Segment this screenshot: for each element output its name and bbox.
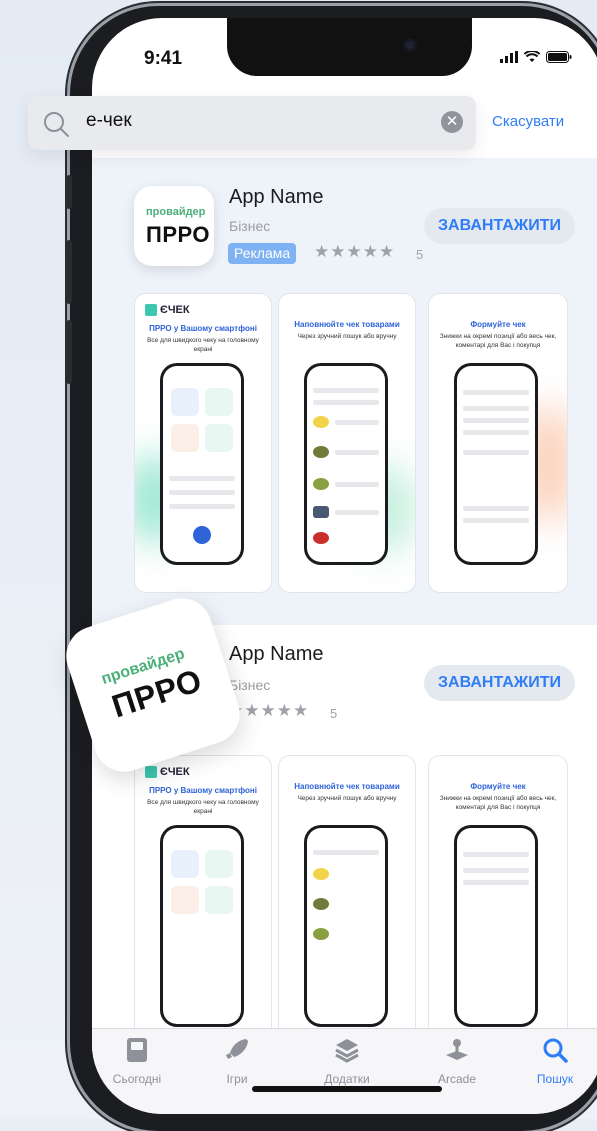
volume-down-button — [66, 320, 72, 384]
tab-label: Сьогодні — [112, 1072, 162, 1086]
tab-label: Ігри — [226, 1072, 248, 1086]
mini-phone — [307, 828, 385, 1024]
tomato-icon — [313, 532, 329, 544]
shot-title: Наповнюйте чек товарами — [294, 782, 400, 791]
signal-icon — [500, 51, 518, 63]
shoe-icon — [313, 506, 329, 518]
get-button[interactable]: ЗАВАНТАЖИТИ — [424, 665, 575, 701]
avocado-icon — [313, 446, 329, 458]
mini-phone — [163, 366, 241, 562]
clear-icon[interactable]: ✕ — [441, 111, 463, 133]
notch — [227, 18, 472, 76]
screenshot-3[interactable]: Формуйте чек Знижки на окремі позиції аб… — [428, 293, 568, 593]
tile — [171, 424, 199, 452]
rating-stars: ★★★★★ — [314, 242, 396, 261]
rating-count: 5 — [416, 247, 424, 262]
mini-phone — [457, 366, 535, 562]
today-icon — [127, 1038, 147, 1062]
banana-icon — [313, 416, 329, 428]
mini-phone — [163, 828, 241, 1024]
app-category: Бізнес — [229, 677, 271, 693]
icon-text-bottom: ПРРО — [146, 222, 210, 247]
tab-label: Arcade — [437, 1072, 477, 1086]
logo-text: ЄЧЕК — [160, 304, 190, 316]
screenshot-2[interactable]: Наповнюйте чек товарами Через зручний по… — [278, 755, 416, 1055]
tile — [205, 424, 233, 452]
app-icon[interactable]: провайдер ПРРО — [134, 186, 214, 266]
wifi-icon — [524, 51, 540, 62]
shot-title: ПРРО у Вашому смартфоні — [149, 324, 257, 333]
logo: ЄЧЕК — [145, 304, 190, 316]
app-category: Бізнес — [229, 218, 271, 234]
screenshot-2[interactable]: Наповнюйте чек товарами Через зручний по… — [278, 293, 416, 593]
shot-subtitle: Через зручний пошук або вручну — [297, 795, 397, 802]
logo-text: ЄЧЕК — [160, 766, 190, 778]
search-input[interactable]: е-чек — [86, 110, 132, 132]
search-results: провайдер ПРРО App Name Бізнес Реклама ★… — [92, 158, 597, 1065]
phone-screen: 9:41 провайдер ПРРО App Name Бізнес Рекл… — [92, 18, 597, 1114]
shot-title: ПРРО у Вашому смартфоні — [149, 786, 257, 795]
shot-title: Наповнюйте чек товарами — [294, 320, 400, 329]
tab-games[interactable]: Ігри — [192, 1037, 282, 1086]
logo: ЄЧЕК — [145, 766, 190, 778]
search-field[interactable]: е-чек ✕ — [28, 96, 476, 150]
search-icon — [44, 112, 69, 137]
search-bar: е-чек ✕ Скасувати — [28, 96, 597, 150]
tab-label: Пошук — [536, 1072, 574, 1086]
layers-icon — [335, 1039, 359, 1063]
logo-icon — [145, 304, 157, 316]
ad-badge: Реклама — [228, 243, 297, 264]
kiwi-icon — [313, 478, 329, 490]
tab-today[interactable]: Сьогодні — [92, 1037, 182, 1086]
rocket-icon — [226, 1039, 248, 1059]
shot-subtitle: Все для швидкого чеку на головному екран… — [147, 799, 259, 815]
screenshot-1[interactable]: ЄЧЕК ПРРО у Вашому смартфоні Все для шви… — [134, 293, 272, 593]
mute-switch — [66, 175, 72, 209]
tab-label: Додатки — [324, 1072, 370, 1086]
tab-arcade[interactable]: Arcade — [412, 1037, 502, 1086]
mini-phone — [307, 366, 385, 562]
shot-title: Формуйте чек — [470, 320, 526, 329]
shot-subtitle: Знижки на окремі позиції або весь чек, к… — [439, 333, 557, 349]
tile — [171, 388, 199, 416]
shot-subtitle: Все для швидкого чеку на головному екран… — [147, 337, 259, 353]
home-indicator — [252, 1086, 442, 1092]
rating-count: 5 — [330, 706, 338, 721]
icon-text-top: провайдер — [146, 206, 206, 218]
tab-search[interactable]: Пошук — [510, 1037, 597, 1086]
result-ad[interactable]: провайдер ПРРО App Name Бізнес Реклама ★… — [92, 158, 597, 625]
screenshot-1[interactable]: ЄЧЕК ПРРО у Вашому смартфоні Все для шви… — [134, 755, 272, 1055]
camera — [403, 38, 417, 52]
tab-apps[interactable]: Додатки — [302, 1037, 392, 1086]
tab-bar: Сьогодні Ігри Додатки Arcade Пошук — [92, 1028, 597, 1114]
cancel-button[interactable]: Скасувати — [492, 113, 564, 130]
status-time: 9:41 — [144, 48, 183, 69]
rating-stars: ★★★★★ — [228, 701, 310, 720]
joystick-icon — [446, 1039, 468, 1060]
shot-subtitle: Через зручний пошук або вручну — [297, 333, 397, 340]
tile — [205, 388, 233, 416]
get-button[interactable]: ЗАВАНТАЖИТИ — [424, 208, 575, 244]
battery-icon — [546, 51, 572, 63]
screenshot-3[interactable]: Формуйте чек Знижки на окремі позиції аб… — [428, 755, 568, 1055]
mini-phone — [457, 828, 535, 1024]
app-name[interactable]: App Name — [229, 643, 324, 666]
fab-icon — [193, 526, 211, 544]
shot-subtitle: Знижки на окремі позиції або весь чек, к… — [439, 795, 557, 811]
volume-up-button — [66, 240, 72, 304]
logo-icon — [145, 766, 157, 778]
shot-title: Формуйте чек — [470, 782, 526, 791]
app-name[interactable]: App Name — [229, 186, 324, 209]
search-icon — [543, 1038, 568, 1063]
